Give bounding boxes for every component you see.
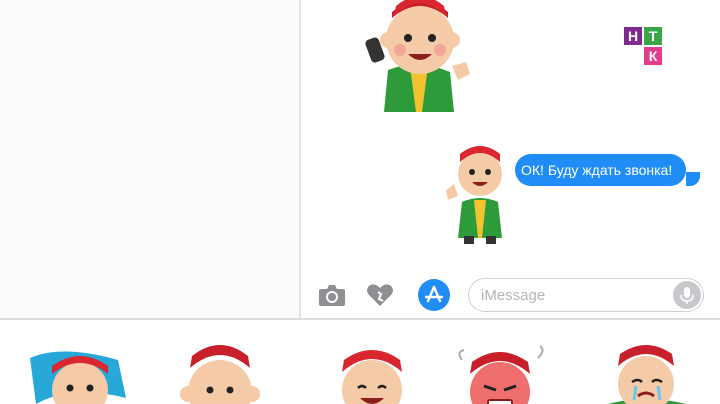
logo-letter-k: К xyxy=(644,47,662,65)
boy-crying-icon[interactable] xyxy=(594,334,706,404)
logo-letter-n: Н xyxy=(624,27,642,45)
logo-letter-t: Т xyxy=(644,27,662,45)
sticker-tray xyxy=(0,320,720,404)
camera-icon[interactable] xyxy=(317,282,347,308)
boy-sticker-phone-call-icon[interactable] xyxy=(358,0,480,112)
app-store-icon[interactable] xyxy=(418,279,450,311)
boy-with-flag-icon[interactable] xyxy=(22,334,134,404)
outgoing-message-bubble[interactable]: ОК! Буду ждать звонка! xyxy=(515,154,687,186)
boy-angry-icon[interactable] xyxy=(446,334,558,404)
digital-touch-heart-icon[interactable] xyxy=(365,282,395,308)
microphone-icon[interactable] xyxy=(673,281,701,309)
imessage-placeholder: iMessage xyxy=(481,287,546,304)
channel-logo: Н Т К xyxy=(624,27,664,67)
imessage-input[interactable]: iMessage xyxy=(468,278,704,312)
boy-sticker-thumbs-up-icon[interactable] xyxy=(440,140,520,244)
conversation-list-pane xyxy=(0,0,299,318)
boy-laughing-icon[interactable] xyxy=(318,334,430,404)
boy-surprised-icon[interactable] xyxy=(168,334,280,404)
